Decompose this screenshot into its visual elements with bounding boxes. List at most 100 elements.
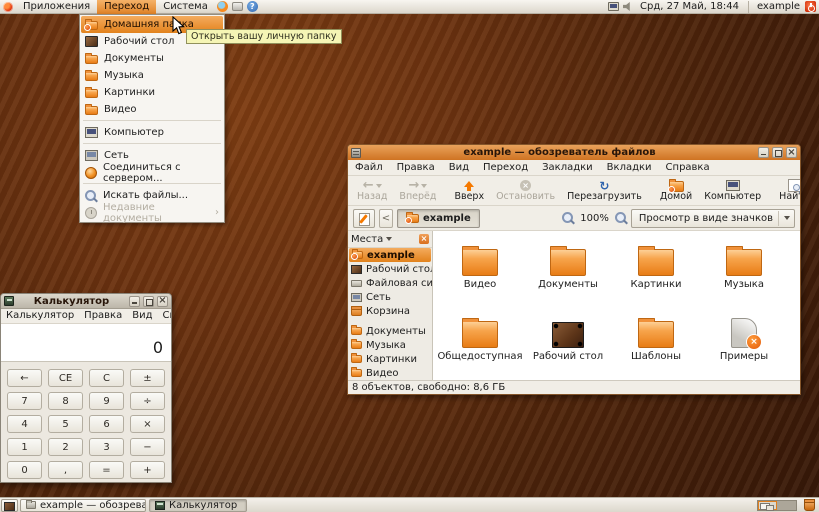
path-scroll-left-button[interactable] bbox=[379, 209, 393, 228]
trash-applet-icon[interactable] bbox=[804, 500, 815, 511]
file-item-videos[interactable]: Видео bbox=[436, 237, 524, 309]
volume-icon[interactable] bbox=[623, 2, 632, 11]
sidebar-item-documents[interactable]: Документы bbox=[348, 324, 432, 338]
zoom-out-icon[interactable] bbox=[562, 212, 574, 224]
workspace-2[interactable] bbox=[777, 501, 796, 510]
mail-launcher-icon[interactable] bbox=[232, 2, 243, 11]
back-button[interactable]: ← Назад bbox=[351, 177, 393, 205]
file-item-documents[interactable]: Документы bbox=[524, 237, 612, 309]
view-mode-select[interactable]: Просмотр в виде значков bbox=[631, 209, 795, 228]
key-9[interactable]: 9 bbox=[89, 392, 124, 410]
clock[interactable]: Срд, 27 Май, 18:44 bbox=[634, 1, 745, 12]
edit-location-button[interactable] bbox=[353, 209, 375, 228]
sidebar-item-network[interactable]: Сеть bbox=[348, 290, 432, 304]
key-4[interactable]: 4 bbox=[7, 415, 42, 433]
forward-dropdown-icon[interactable] bbox=[421, 184, 427, 188]
menu-edit[interactable]: Правка bbox=[79, 309, 127, 323]
help-icon[interactable] bbox=[247, 1, 258, 12]
key-decimal[interactable]: , bbox=[48, 461, 83, 479]
computer-button[interactable]: Компьютер bbox=[698, 177, 767, 205]
file-item-desktop[interactable]: Рабочий стол bbox=[524, 309, 612, 381]
key-add[interactable]: + bbox=[130, 461, 165, 479]
quit-icon[interactable] bbox=[805, 1, 816, 12]
minimize-button[interactable] bbox=[129, 296, 140, 307]
sidebar-close-icon[interactable] bbox=[419, 234, 429, 244]
sidebar-item-music[interactable]: Музыка bbox=[348, 338, 432, 352]
workspace-1[interactable] bbox=[758, 501, 777, 510]
minimize-button[interactable] bbox=[758, 147, 769, 158]
menu-item-connect-to-server[interactable]: Соединиться с сервером... bbox=[81, 164, 223, 181]
home-button[interactable]: Домой bbox=[654, 177, 698, 205]
menu-calculator[interactable]: Калькулятор bbox=[1, 309, 79, 323]
file-manager-titlebar[interactable]: example — обозреватель файлов bbox=[348, 145, 800, 160]
taskbar-window-calculator[interactable]: Калькулятор bbox=[149, 499, 247, 512]
file-item-templates[interactable]: Шаблоны bbox=[612, 309, 700, 381]
key-clear-entry[interactable]: CE bbox=[48, 369, 83, 387]
up-button[interactable]: Вверх bbox=[448, 177, 490, 205]
sidebar-item-videos[interactable]: Видео bbox=[348, 366, 432, 380]
menu-view[interactable]: Вид bbox=[127, 309, 157, 323]
user-switcher[interactable]: example bbox=[752, 1, 805, 12]
firefox-icon[interactable] bbox=[217, 1, 228, 12]
key-1[interactable]: 1 bbox=[7, 438, 42, 456]
reload-button[interactable]: Перезагрузить bbox=[561, 177, 648, 205]
menu-go[interactable]: Переход bbox=[476, 161, 535, 175]
menu-view[interactable]: Вид bbox=[442, 161, 476, 175]
key-clear[interactable]: C bbox=[89, 369, 124, 387]
sidebar-header[interactable]: Места bbox=[348, 231, 432, 248]
key-5[interactable]: 5 bbox=[48, 415, 83, 433]
key-3[interactable]: 3 bbox=[89, 438, 124, 456]
file-item-pictures[interactable]: Картинки bbox=[612, 237, 700, 309]
key-multiply[interactable]: × bbox=[130, 415, 165, 433]
sidebar-item-filesystem[interactable]: Файловая сист... bbox=[348, 276, 432, 290]
close-button[interactable] bbox=[786, 147, 797, 158]
key-7[interactable]: 7 bbox=[7, 392, 42, 410]
forward-button[interactable]: → Вперёд bbox=[393, 177, 442, 205]
menu-file[interactable]: Файл bbox=[348, 161, 390, 175]
key-8[interactable]: 8 bbox=[48, 392, 83, 410]
system-menu[interactable]: Система bbox=[156, 0, 215, 14]
menu-item-pictures[interactable]: Картинки bbox=[81, 84, 223, 101]
menu-item-videos[interactable]: Видео bbox=[81, 101, 223, 118]
sidebar-item-trash[interactable]: Корзина bbox=[348, 304, 432, 318]
menu-edit[interactable]: Правка bbox=[390, 161, 442, 175]
sidebar-item-desktop[interactable]: Рабочий стол bbox=[348, 262, 432, 276]
key-divide[interactable]: ÷ bbox=[130, 392, 165, 410]
maximize-button[interactable] bbox=[772, 147, 783, 158]
ubuntu-logo-icon[interactable] bbox=[3, 2, 13, 12]
calculator-titlebar[interactable]: Калькулятор bbox=[1, 294, 171, 309]
find-button[interactable]: Найти bbox=[773, 177, 801, 205]
menu-item-computer[interactable]: Компьютер bbox=[81, 124, 223, 141]
key-backspace[interactable]: ← bbox=[7, 369, 42, 387]
zoom-in-icon[interactable] bbox=[615, 212, 627, 224]
menu-bookmarks[interactable]: Закладки bbox=[535, 161, 600, 175]
menu-item-documents[interactable]: Документы bbox=[81, 50, 223, 67]
network-manager-icon[interactable] bbox=[608, 2, 619, 11]
key-equals[interactable]: = bbox=[89, 461, 124, 479]
applications-menu[interactable]: Приложения bbox=[16, 0, 97, 14]
back-dropdown-icon[interactable] bbox=[376, 184, 382, 188]
workspace-switcher[interactable] bbox=[757, 500, 797, 511]
sidebar-item-pictures[interactable]: Картинки bbox=[348, 352, 432, 366]
menu-item-music[interactable]: Музыка bbox=[81, 67, 223, 84]
menu-help[interactable]: Справка bbox=[659, 161, 717, 175]
key-plusminus[interactable]: ± bbox=[130, 369, 165, 387]
menu-help[interactable]: Справка bbox=[158, 309, 172, 323]
maximize-button[interactable] bbox=[143, 296, 154, 307]
file-list: Видео Документы Картинки Музыка Общедост… bbox=[433, 231, 800, 380]
file-item-examples[interactable]: Примеры bbox=[700, 309, 788, 381]
key-subtract[interactable]: − bbox=[130, 438, 165, 456]
file-item-public[interactable]: Общедоступная bbox=[436, 309, 524, 381]
key-2[interactable]: 2 bbox=[48, 438, 83, 456]
stop-button[interactable]: Остановить bbox=[490, 177, 561, 205]
file-item-music[interactable]: Музыка bbox=[700, 237, 788, 309]
path-button-example[interactable]: example bbox=[397, 209, 480, 228]
menu-tabs[interactable]: Вкладки bbox=[600, 161, 659, 175]
show-desktop-button[interactable] bbox=[1, 499, 18, 512]
sidebar-item-example[interactable]: example bbox=[349, 248, 431, 262]
close-button[interactable] bbox=[157, 296, 168, 307]
key-0[interactable]: 0 bbox=[7, 461, 42, 479]
taskbar-window-file-manager[interactable]: example — обозреватель... bbox=[20, 499, 146, 512]
places-menu-button[interactable]: Переход bbox=[97, 0, 156, 14]
key-6[interactable]: 6 bbox=[89, 415, 124, 433]
